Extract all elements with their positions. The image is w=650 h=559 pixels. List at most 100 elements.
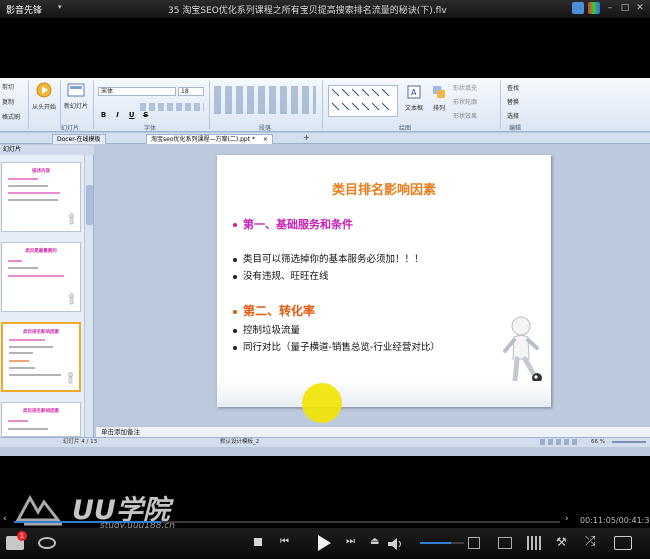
arrange-button[interactable]: 排列 bbox=[428, 84, 450, 112]
thumb-line bbox=[8, 192, 60, 194]
slides-group-label: 幻灯片 bbox=[60, 125, 79, 132]
format-painter-button[interactable]: 格式刷 bbox=[2, 112, 20, 121]
bold-button[interactable]: B bbox=[99, 111, 108, 120]
paragraph-group-label: 段落 bbox=[258, 125, 271, 132]
video-player: 影音先锋 ▾ 35 淘宝SEO优化系列课程之所有宝贝提高搜索排名流量的秘诀(下)… bbox=[0, 0, 650, 559]
view-buttons[interactable] bbox=[540, 439, 580, 445]
skin-icon[interactable] bbox=[572, 2, 584, 14]
scrollbar-thumb[interactable] bbox=[86, 185, 93, 225]
screen-mode-icon[interactable] bbox=[498, 537, 512, 549]
textbox-button[interactable]: A 文本框 bbox=[402, 84, 426, 112]
add-tab-icon[interactable]: + bbox=[303, 133, 310, 143]
thumb-title: 描述内容 bbox=[32, 169, 50, 174]
player-logo[interactable]: 影音先锋 bbox=[6, 3, 42, 16]
stop-icon[interactable] bbox=[254, 538, 262, 546]
font-group-label: 字体 bbox=[143, 125, 156, 132]
find-button[interactable]: 查找 bbox=[507, 83, 519, 92]
textbox-label: 文本框 bbox=[404, 105, 423, 112]
seek-forward-icon[interactable]: › bbox=[565, 514, 569, 524]
section-heading-text: 第二、转化率 bbox=[243, 304, 316, 318]
slide-thumbnail-3[interactable]: 类目排名影响因素 bbox=[1, 322, 81, 392]
progress-bar[interactable] bbox=[0, 519, 574, 525]
figure-icon bbox=[69, 213, 74, 225]
bullet-4: 同行对比（量子横道-销售总览-行业经营对比） bbox=[233, 339, 440, 353]
theme-name: 默认设计模板_2 bbox=[220, 439, 260, 445]
volume-icon[interactable] bbox=[387, 537, 403, 551]
current-slide[interactable]: 类目排名影响因素 第一、基础服务和条件 类目可以筛选掉你的基本服务必须加！！！ … bbox=[217, 155, 551, 407]
previous-icon[interactable]: ⏮ bbox=[280, 536, 289, 547]
bullet-dot bbox=[233, 328, 237, 333]
equalizer-icon[interactable] bbox=[527, 536, 541, 550]
tab-docer[interactable]: Docer-在线模板 bbox=[52, 134, 106, 144]
font-name-select[interactable]: 宋体 bbox=[98, 87, 176, 96]
shape-effect-button[interactable]: 形状效果 bbox=[453, 111, 477, 120]
next-icon[interactable]: ⏭ bbox=[346, 536, 355, 547]
new-slide-button[interactable]: 新幻灯片 bbox=[63, 82, 89, 110]
thumb-line bbox=[8, 199, 58, 201]
shuffle-icon[interactable]: ⤮ bbox=[585, 534, 595, 549]
replace-button[interactable]: 替换 bbox=[507, 97, 519, 106]
cursor-highlight bbox=[302, 383, 342, 423]
shape-style-group: 形状填充 形状轮廓 形状效果 bbox=[453, 83, 477, 120]
notes-pane[interactable]: 单击添加备注 bbox=[96, 426, 650, 437]
thumb-line bbox=[8, 178, 38, 180]
shape-outline-button[interactable]: 形状轮廓 bbox=[453, 97, 477, 106]
capture-icon[interactable] bbox=[614, 536, 632, 550]
zoom-slider[interactable] bbox=[612, 441, 646, 443]
bullet-dot bbox=[233, 223, 237, 227]
shapes-gallery[interactable] bbox=[328, 85, 398, 117]
slide-thumbnail-4[interactable]: 类目排名影响因素 bbox=[1, 402, 81, 437]
start-from-button[interactable]: 从头开始 bbox=[32, 82, 56, 111]
bullet-dot bbox=[233, 274, 237, 279]
fullscreen-icon[interactable] bbox=[468, 537, 480, 549]
paragraph-tools-icons[interactable] bbox=[214, 86, 316, 114]
video-file-title: 35 淘宝SEO优化系列课程之所有宝贝提高搜索排名流量的秘诀(下).flv bbox=[168, 6, 447, 16]
slide-counter: 幻灯片 4 / 13 bbox=[63, 439, 98, 445]
thumb-line bbox=[9, 374, 61, 376]
ribbon: 剪切 复制 格式刷 从头开始 新幻灯片 幻灯片 宋体 18 B I U S 字体… bbox=[0, 78, 650, 132]
select-button[interactable]: 选择 bbox=[507, 111, 519, 120]
slide-panel: 幻灯片 描述内容 类目是最重要的 类目排名影响因素 类目排名影响因素 bbox=[0, 145, 94, 437]
close-icon[interactable]: ✕ bbox=[634, 2, 646, 14]
tab-label: 淘宝seo优化系列课程—方案(二).ppt * bbox=[151, 136, 255, 143]
svg-text:A: A bbox=[411, 88, 417, 97]
font-size-select[interactable]: 18 bbox=[178, 87, 204, 96]
tab-close-icon[interactable]: × bbox=[263, 136, 268, 143]
minimize-icon[interactable]: – bbox=[604, 2, 616, 14]
arrange-label: 排列 bbox=[432, 105, 445, 112]
bullet-text: 同行对比（量子横道-销售总览-行业经营对比） bbox=[243, 342, 440, 353]
control-bar: 1 ⏮ ⏭ ⏏ ⚒ ⤮ bbox=[0, 528, 650, 559]
eye-icon[interactable] bbox=[38, 537, 56, 549]
zoom-level: 66 % bbox=[591, 439, 605, 445]
italic-button[interactable]: I bbox=[113, 111, 122, 120]
shape-fill-button[interactable]: 形状填充 bbox=[453, 83, 477, 92]
bullet-3: 控制垃圾流量 bbox=[233, 322, 300, 336]
wrench-icon[interactable]: ⚒ bbox=[556, 535, 567, 549]
tab-current-ppt[interactable]: 淘宝seo优化系列课程—方案(二).ppt * × bbox=[146, 134, 273, 144]
thumb-line bbox=[8, 275, 64, 277]
volume-slider[interactable] bbox=[420, 540, 464, 546]
edit-group: 查找 替换 选择 bbox=[507, 83, 519, 120]
slide-panel-scrollbar[interactable] bbox=[84, 155, 93, 437]
time-display: 00:11:05/00:41:35 bbox=[580, 516, 650, 525]
eject-icon[interactable]: ⏏ bbox=[370, 536, 379, 547]
thumb-title: 类目排名影响因素 bbox=[23, 330, 59, 335]
menu-chevron-icon[interactable]: ▾ bbox=[58, 3, 62, 11]
color-theme-icon[interactable] bbox=[588, 2, 600, 14]
slide-thumbnail-1[interactable]: 描述内容 bbox=[1, 162, 81, 232]
cut-button[interactable]: 剪切 bbox=[2, 82, 20, 91]
copy-button[interactable]: 复制 bbox=[2, 97, 20, 106]
strikethrough-button[interactable]: S bbox=[141, 111, 150, 120]
underline-button[interactable]: U bbox=[127, 111, 136, 120]
thumb-line bbox=[8, 185, 48, 187]
bullet-text: 没有违规、旺旺在线 bbox=[243, 271, 329, 282]
font-tools-icons[interactable] bbox=[140, 103, 204, 111]
notification-badge: 1 bbox=[17, 531, 27, 541]
bullet-text: 类目可以筛选掉你的基本服务必须加！！！ bbox=[243, 254, 424, 265]
slide-thumbnail-2[interactable]: 类目是最重要的 bbox=[1, 242, 81, 312]
maximize-icon[interactable]: □ bbox=[619, 2, 631, 14]
play-icon[interactable] bbox=[316, 534, 332, 552]
slide-panel-header: 幻灯片 bbox=[0, 145, 94, 155]
thumb-line bbox=[8, 420, 28, 422]
new-slide-icon bbox=[67, 83, 85, 97]
